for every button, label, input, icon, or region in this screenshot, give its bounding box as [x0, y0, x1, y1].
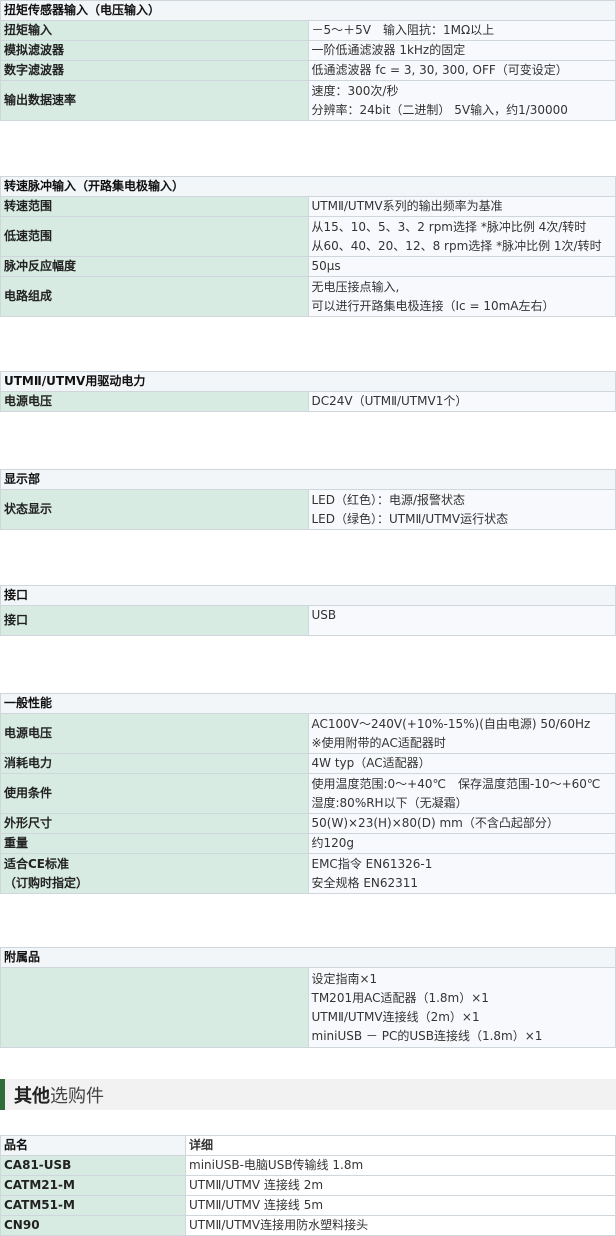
options-header-name: 品名 — [0, 1135, 186, 1156]
options-table: 品名 详细 CA81-USB miniUSB-电脑USB传输线 1.8m CATM… — [0, 1135, 616, 1236]
row-value: UTMⅡ/UTMV系列的输出频率为基准 — [311, 199, 503, 213]
row-value: ※使用附带的AC适配器时 — [311, 735, 446, 750]
row-label: 低速范围 — [0, 216, 309, 257]
row-value: 速度：300次/秒 — [311, 83, 399, 98]
option-name: CATM51-M — [0, 1195, 186, 1216]
options-heading: 其他 选购件 — [0, 1079, 616, 1110]
row-label: 扭矩输入 — [0, 20, 309, 41]
row-value: 可以进行开路集电极连接（Ic = 10mA左右） — [311, 298, 555, 313]
spec-table-torque-input: 扭矩传感器输入（电压输入） 扭矩输入 －5～＋5V 输入阻抗：1MΩ以上 模拟滤波… — [0, 0, 616, 121]
row-label: 状态显示 — [0, 489, 309, 530]
row-value: 无电压接点输入, — [311, 279, 400, 294]
row-value: 湿度:80%RH以下（无凝霜） — [311, 795, 468, 810]
options-heading-bold: 其他 — [14, 1085, 50, 1107]
row-label: 消耗电力 — [0, 753, 309, 774]
row-value: 使用温度范围:0～+40℃ 保存温度范围-10～+60℃ — [311, 776, 601, 791]
row-label: 电路组成 — [0, 276, 309, 317]
row-value: －5～＋5V 输入阻抗：1MΩ以上 — [311, 23, 495, 37]
option-detail: miniUSB-电脑USB传输线 1.8m — [185, 1155, 616, 1176]
spec-table-interface: 接口 接口 USB — [0, 585, 616, 636]
row-label: 电源电压 — [0, 391, 309, 412]
row-value: 4W typ（AC适配器） — [311, 756, 431, 770]
row-value: LED（绿色）：UTMⅡ/UTMV运行状态 — [311, 511, 509, 526]
options-heading-light: 选购件 — [50, 1085, 104, 1107]
row-value: USB — [311, 608, 337, 622]
row-value: TM201用AC适配器（1.8m）×1 — [311, 990, 489, 1005]
option-name: CATM21-M — [0, 1175, 186, 1196]
section-title: 附属品 — [0, 947, 616, 968]
row-label — [0, 967, 309, 1048]
row-value: 低通滤波器 fc = 3, 30, 300, OFF（可变设定） — [311, 63, 568, 77]
section-title: 扭矩传感器输入（电压输入） — [0, 0, 616, 21]
spec-table-general: 一般性能 电源电压 AC100V～240V(+10%-15%)(自由电源) 50/… — [0, 693, 616, 894]
section-title: 转速脉冲输入（开路集电极输入） — [0, 176, 616, 197]
option-name: CN90 — [0, 1215, 186, 1236]
row-label: 使用条件 — [0, 773, 309, 814]
row-label: 输出数据速率 — [0, 80, 309, 121]
options-header-detail: 详细 — [185, 1135, 616, 1156]
row-value: 50μs — [311, 259, 341, 273]
section-title: 显示部 — [0, 469, 616, 490]
option-detail: UTMⅡ/UTMV 连接线 2m — [185, 1175, 616, 1196]
row-label: 重量 — [0, 833, 309, 854]
row-value: 分辨率：24bit（二进制） 5V输入，约1/30000 — [311, 102, 568, 117]
spec-table-accessories: 附属品 设定指南×1 TM201用AC适配器（1.8m）×1 UTMⅡ/UTMV连接… — [0, 947, 616, 1048]
row-value: EMC指令 EN61326-1 — [311, 856, 433, 871]
section-title: 接口 — [0, 585, 616, 606]
row-label: 脉冲反应幅度 — [0, 256, 309, 277]
row-value: 安全规格 EN62311 — [311, 875, 419, 890]
row-value: DC24V（UTMⅡ/UTMV1个） — [311, 394, 468, 408]
row-label: 外形尺寸 — [0, 813, 309, 834]
option-name: CA81-USB — [0, 1155, 186, 1176]
row-label: 转速范围 — [0, 196, 309, 217]
row-value: AC100V～240V(+10%-15%)(自由电源) 50/60Hz — [311, 716, 591, 731]
row-value: 50(W)×23(H)×80(D) mm（不含凸起部分） — [311, 816, 559, 830]
row-label: 数字滤波器 — [0, 60, 309, 81]
spec-table-pulse-input: 转速脉冲输入（开路集电极输入） 转速范围 UTMⅡ/UTMV系列的输出频率为基准 … — [0, 176, 616, 317]
spec-table-display: 显示部 状态显示 LED（红色）：电源/报警状态 LED（绿色）：UTMⅡ/UTMV… — [0, 469, 616, 530]
row-label: 接口 — [0, 605, 309, 636]
row-label: 模拟滤波器 — [0, 40, 309, 61]
section-title: UTMⅡ/UTMV用驱动电力 — [0, 371, 616, 392]
row-label: 适合CE标准 （订购时指定） — [0, 853, 309, 894]
spec-table-drive-power: UTMⅡ/UTMV用驱动电力 电源电压 DC24V（UTMⅡ/UTMV1个） — [0, 371, 616, 412]
section-title: 一般性能 — [0, 693, 616, 714]
row-value: 约120g — [311, 836, 355, 850]
row-value: LED（红色）：电源/报警状态 — [311, 492, 466, 507]
row-value: 设定指南×1 — [311, 971, 378, 986]
row-value: 从60、40、20、12、8 rpm选择 *脉冲比例 1次/转时 — [311, 238, 602, 253]
row-value: UTMⅡ/UTMV连接线（2m）×1 — [311, 1009, 480, 1024]
option-detail: UTMⅡ/UTMV连接用防水塑料接头 — [185, 1215, 616, 1236]
option-detail: UTMⅡ/UTMV 连接线 5m — [185, 1195, 616, 1216]
row-value: 从15、10、5、3、2 rpm选择 *脉冲比例 4次/转时 — [311, 219, 587, 234]
row-value: 一阶低通滤波器 1kHz的固定 — [311, 43, 466, 57]
row-label: 电源电压 — [0, 713, 309, 754]
row-value: miniUSB － PC的USB连接线（1.8m）×1 — [311, 1028, 543, 1043]
